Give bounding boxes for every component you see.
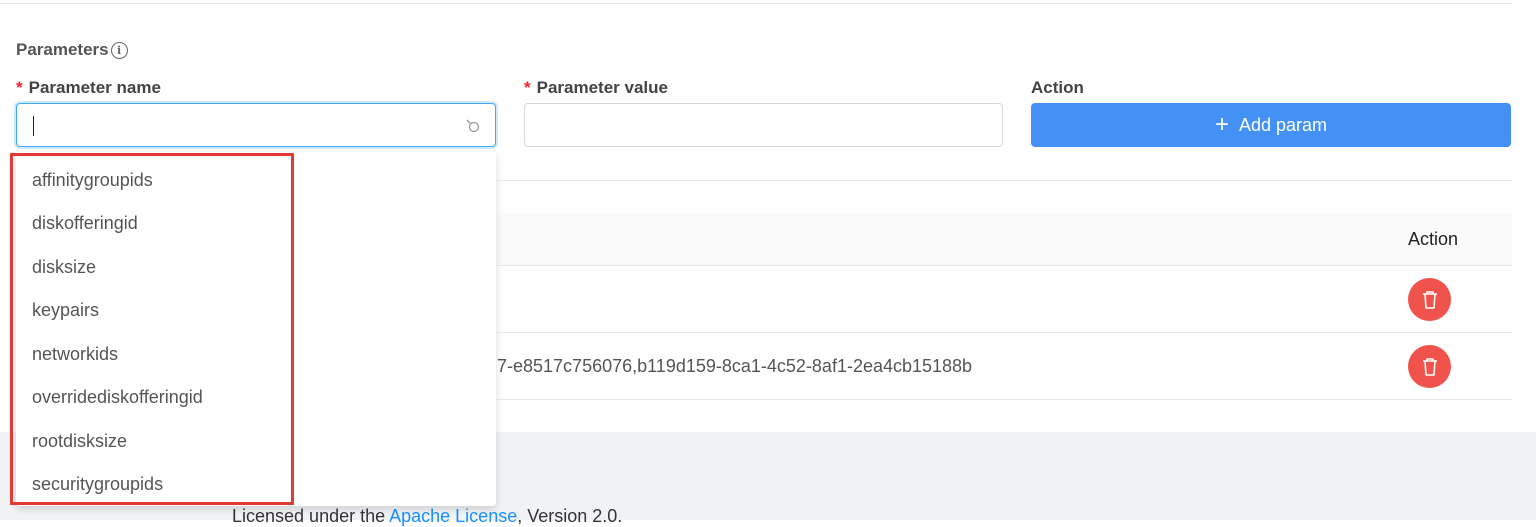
action-label: Action: [1031, 78, 1084, 97]
parameter-name-dropdown: affinitygroupids diskofferingid disksize…: [16, 152, 496, 506]
add-param-label: Add param: [1238, 114, 1328, 135]
footer-suffix: , Version 2.0.: [517, 506, 623, 526]
dropdown-option[interactable]: networkids: [32, 344, 118, 365]
add-param-button[interactable]: + Add param: [1031, 103, 1511, 147]
info-circle-icon[interactable]: i: [110, 41, 128, 59]
parameter-name-label-text: Parameter name: [28, 78, 161, 97]
required-mark: *: [524, 78, 531, 97]
dropdown-option[interactable]: securitygroupids: [32, 474, 163, 495]
apache-license-link[interactable]: Apache License: [389, 506, 517, 526]
dropdown-option[interactable]: keypairs: [32, 300, 99, 321]
parameters-heading-text: Parameters: [16, 40, 109, 59]
footer-prefix: Licensed under the: [232, 506, 390, 526]
dropdown-option[interactable]: rootdisksize: [32, 431, 127, 452]
parameter-value-label: * Parameter value: [524, 78, 668, 98]
trash-icon: [1422, 357, 1437, 376]
dropdown-option[interactable]: overridediskofferingid: [32, 387, 203, 408]
dropdown-option[interactable]: affinitygroupids: [32, 170, 153, 191]
required-mark: *: [16, 78, 23, 97]
search-icon: [466, 119, 480, 133]
divider: [497, 180, 1512, 181]
trash-icon: [1422, 290, 1437, 309]
footer-license-text: Licensed under the Apache License, Versi…: [232, 506, 622, 527]
delete-button[interactable]: [1408, 345, 1451, 388]
table-cell-value: 7-e8517c756076,b119d159-8ca1-4c52-8af1-2…: [497, 356, 973, 376]
table-header: [497, 213, 1512, 266]
delete-button[interactable]: [1408, 278, 1451, 321]
parameter-name-input[interactable]: [16, 103, 496, 147]
top-card-edge: [0, 0, 1512, 4]
table-row: [497, 266, 1512, 333]
dropdown-option[interactable]: diskofferingid: [32, 213, 138, 234]
parameter-value-label-text: Parameter value: [536, 78, 668, 97]
parameter-name-label: * Parameter name: [16, 78, 161, 98]
parameter-value-input[interactable]: [524, 103, 1003, 147]
parameters-heading: Parameters i: [16, 40, 128, 60]
text-caret: [33, 116, 34, 136]
table-header-action: Action: [1408, 229, 1459, 249]
dropdown-option[interactable]: disksize: [32, 257, 96, 278]
plus-icon: +: [1214, 111, 1229, 138]
